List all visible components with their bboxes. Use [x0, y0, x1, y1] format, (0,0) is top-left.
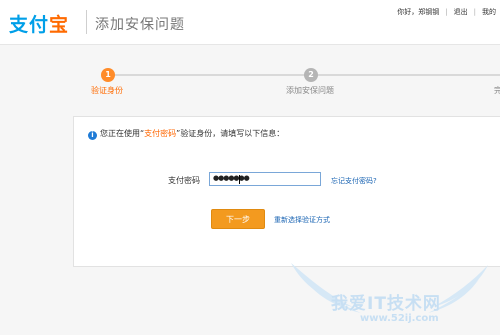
step-2-circle: 2	[304, 68, 318, 82]
password-label: 支付密码	[168, 176, 200, 185]
verify-form-card: i 您正在使用“支付密码”验证身份，请填写以下信息： 支付密码 ●●●●●●● 忘…	[73, 116, 500, 267]
password-value: ●●●●●●●	[213, 174, 250, 182]
info-message: i 您正在使用“支付密码”验证身份，请填写以下信息：	[88, 128, 284, 140]
user-greeting[interactable]: 你好，郑钢钢	[397, 8, 439, 16]
info-highlight: 支付密码	[144, 129, 177, 138]
nav-separator: |	[445, 8, 448, 16]
step-1-circle: 1	[101, 68, 115, 82]
logo-suffix: 宝	[49, 14, 70, 36]
site-watermark: 我爱IT技术网 www.52ij.com	[283, 255, 500, 335]
next-step-button[interactable]: 下一步	[211, 209, 265, 229]
watermark-url: www.52ij.com	[360, 313, 439, 324]
my-account-link[interactable]: 我的	[482, 8, 496, 16]
alipay-logo[interactable]: 支付宝	[9, 10, 69, 37]
logout-link[interactable]: 退出	[454, 8, 468, 16]
watermark-text: 我爱IT技术网	[331, 294, 441, 314]
password-input[interactable]: ●●●●●●●	[209, 172, 321, 186]
step-3-label: 完	[494, 86, 500, 95]
top-header: 支付宝 添加安保问题 你好，郑钢钢 | 退出 | 我的	[0, 0, 500, 45]
step-2-label: 添加安保问题	[286, 86, 334, 95]
info-prefix: 您正在使用	[100, 129, 140, 138]
top-nav: 你好，郑钢钢 | 退出 | 我的	[397, 7, 496, 17]
info-suffix: 验证身份，请填写以下信息：	[180, 129, 285, 138]
step-1-label: 验证身份	[91, 86, 123, 95]
forgot-password-link[interactable]: 忘记支付密码?	[331, 176, 377, 186]
nav-separator: |	[473, 8, 476, 16]
text-caret	[239, 175, 240, 184]
reselect-method-link[interactable]: 重新选择验证方式	[274, 215, 330, 225]
page-title: 添加安保问题	[95, 17, 185, 33]
header-divider	[86, 10, 87, 34]
logo-prefix: 支付	[9, 14, 50, 36]
info-icon: i	[88, 131, 97, 140]
